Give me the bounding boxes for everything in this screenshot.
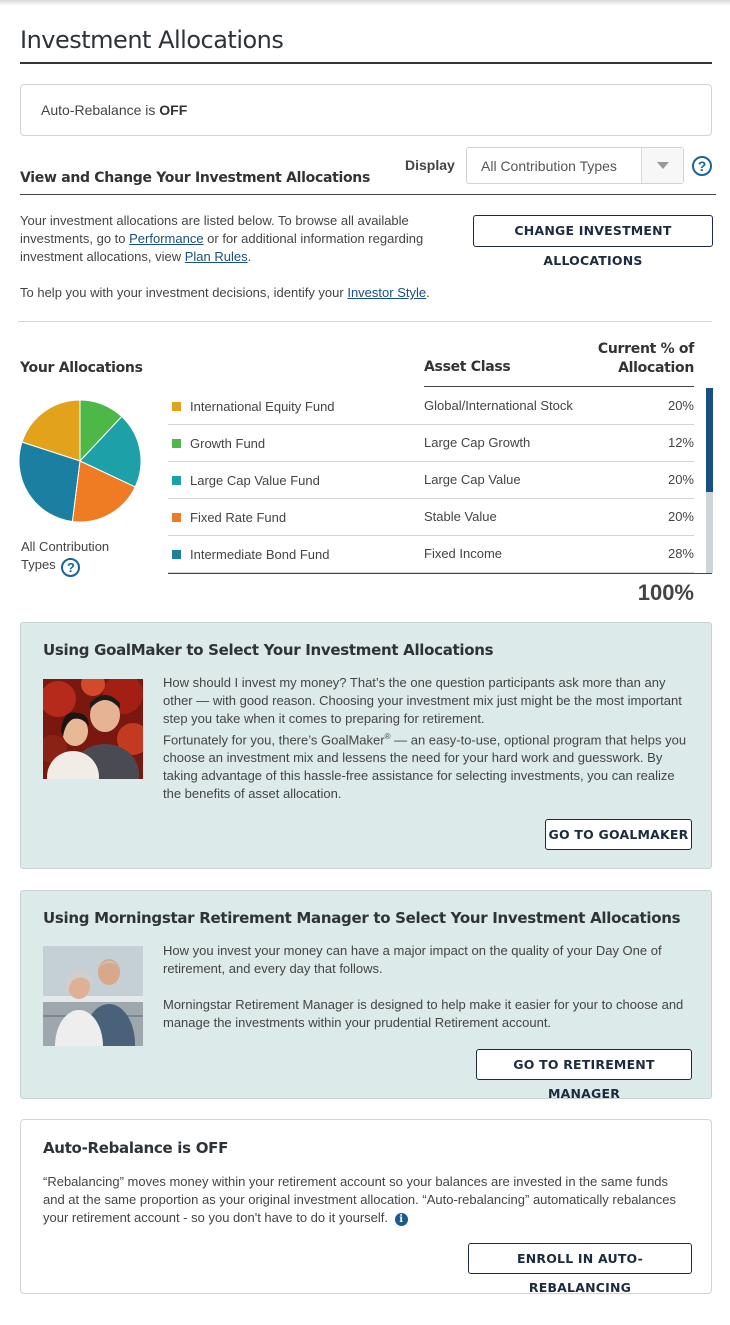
allocation-percent: 20%: [667, 472, 694, 487]
morningstar-title: Using Morningstar Retirement Manager to …: [43, 909, 681, 927]
contribution-type-select[interactable]: All Contribution Types: [466, 147, 684, 184]
allocation-total: 100%: [637, 580, 694, 605]
select-toggle[interactable]: [641, 148, 683, 183]
chevron-down-icon: [657, 162, 669, 169]
asset-class: Large Cap Value: [424, 472, 521, 487]
change-allocations-button[interactable]: CHANGE INVESTMENT ALLOCATIONS: [473, 215, 713, 268]
plan-rules-link[interactable]: Plan Rules: [185, 249, 248, 264]
table-row: Fixed Rate Fund Stable Value 20%: [168, 499, 694, 536]
question-circle-icon[interactable]: ?: [61, 558, 81, 577]
allocation-percent: 28%: [667, 546, 694, 561]
display-label: Display: [405, 157, 455, 173]
auto-rebalance-banner: Auto-Rebalance is OFF: [20, 84, 712, 136]
table-row: Growth Fund Large Cap Growth 12%: [168, 425, 694, 462]
banner-status: OFF: [159, 102, 188, 118]
table-header-rule: [424, 386, 694, 387]
fund-name: Intermediate Bond Fund: [190, 547, 330, 562]
title-divider: [20, 62, 712, 64]
couple-photo: [43, 679, 143, 779]
asset-class-heading: Asset Class: [424, 359, 511, 375]
your-allocations-heading: Your Allocations: [20, 360, 143, 376]
allocation-pie-chart: [19, 400, 141, 522]
table-bottom-rule: [168, 573, 712, 574]
table-row: Intermediate Bond Fund Fixed Income 28%: [168, 536, 694, 573]
asset-class: Global/International Stock: [424, 398, 573, 413]
top-shadow: [0, 0, 730, 6]
asset-class: Large Cap Growth: [424, 435, 531, 450]
investor-style-text: To help you with your investment decisio…: [20, 285, 430, 300]
scrollbar-thumb[interactable]: [706, 388, 713, 492]
color-swatch: [172, 476, 181, 485]
morningstar-paragraph-1: How you invest your money can have a maj…: [163, 943, 662, 976]
allocation-percent: 20%: [667, 509, 694, 524]
intro-divider: [18, 321, 712, 322]
go-to-retirement-manager-button[interactable]: GO TO RETIREMENT MANAGER: [476, 1049, 692, 1101]
go-to-goalmaker-button[interactable]: GO TO GOALMAKER: [545, 819, 692, 850]
auto-rebalance-panel: Auto-Rebalance is OFF “Rebalancing” move…: [20, 1119, 712, 1295]
section-heading: View and Change Your Investment Allocati…: [20, 170, 371, 186]
style-text-1: To help you with your investment decisio…: [20, 285, 348, 300]
performance-link[interactable]: Performance: [129, 231, 203, 246]
current-allocation-heading: Current % of Allocation: [560, 340, 694, 378]
goalmaker-text: How should I invest my money? That’s the…: [163, 674, 693, 803]
table-row: International Equity Fund Global/Internat…: [168, 388, 694, 425]
color-swatch: [172, 439, 181, 448]
morningstar-text: How you invest your money can have a maj…: [163, 942, 693, 1032]
auto-rebalance-description: “Rebalancing” moves money within your re…: [43, 1174, 677, 1225]
intro-text: Your investment allocations are listed b…: [20, 212, 460, 266]
question-circle-icon[interactable]: ?: [692, 156, 712, 176]
banner-text: Auto-Rebalance is: [41, 102, 160, 118]
intro-text-3: .: [247, 249, 252, 264]
morningstar-panel: Using Morningstar Retirement Manager to …: [20, 890, 712, 1101]
color-swatch: [172, 550, 181, 559]
style-text-2: .: [426, 285, 430, 300]
goalmaker-title: Using GoalMaker to Select Your Investmen…: [43, 641, 494, 659]
asset-class: Stable Value: [424, 509, 497, 524]
table-row: Large Cap Value Fund Large Cap Value 20%: [168, 462, 694, 499]
color-swatch: [172, 513, 181, 522]
investor-style-link[interactable]: Investor Style: [347, 285, 426, 300]
retired-couple-photo: [43, 946, 143, 1046]
enroll-auto-rebalancing-button[interactable]: ENROLL IN AUTO-REBALANCING: [468, 1243, 692, 1295]
goalmaker-p2-start: Fortunately for you, there’s GoalMaker: [163, 732, 385, 748]
allocation-percent: 12%: [667, 435, 694, 450]
morningstar-paragraph-2: Morningstar Retirement Manager is design…: [163, 997, 684, 1030]
auto-rebalance-text: “Rebalancing” moves money within your re…: [43, 1173, 693, 1227]
fund-name: Growth Fund: [190, 436, 266, 451]
page-title: Investment Allocations: [20, 26, 284, 54]
allocation-percent: 20%: [667, 398, 694, 413]
auto-rebalance-title: Auto-Rebalance is OFF: [43, 1139, 229, 1157]
fund-name: Large Cap Value Fund: [190, 473, 320, 488]
color-swatch: [172, 402, 181, 411]
section-divider: [20, 194, 716, 195]
fund-name: International Equity Fund: [190, 399, 335, 414]
fund-name: Fixed Rate Fund: [190, 510, 287, 525]
select-value: All Contribution Types: [481, 158, 617, 174]
asset-class: Fixed Income: [424, 546, 503, 561]
goalmaker-panel: Using GoalMaker to Select Your Investmen…: [20, 622, 712, 869]
info-icon[interactable]: i: [394, 1213, 408, 1226]
current-heading-line2: Allocation: [618, 360, 694, 376]
goalmaker-paragraph-2: Fortunately for you, there’s GoalMaker® …: [163, 728, 693, 803]
goalmaker-paragraph-1: How should I invest my money? That’s the…: [163, 675, 682, 726]
current-heading-line1: Current % of: [597, 341, 694, 357]
pie-caption: All Contribution Types ?: [21, 538, 131, 577]
